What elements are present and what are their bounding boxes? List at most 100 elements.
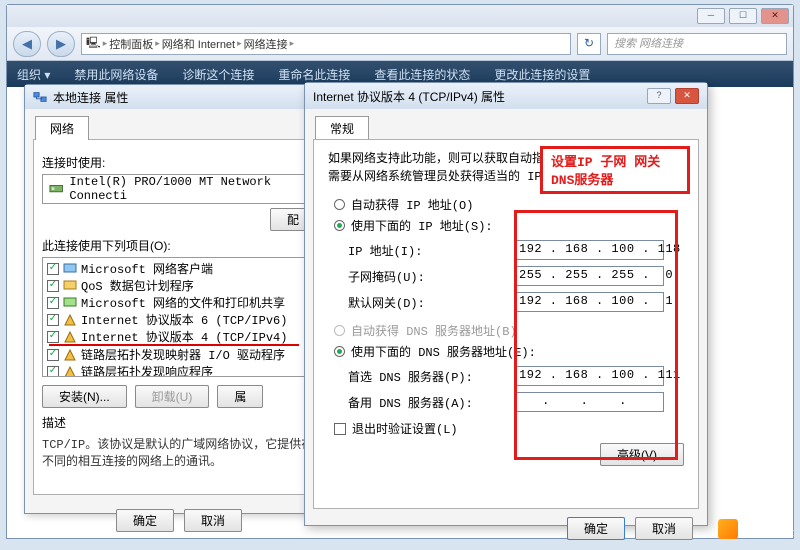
search-input[interactable]: 搜索 网络连接 bbox=[607, 33, 787, 55]
ip-label: IP 地址(I): bbox=[348, 242, 508, 259]
breadcrumb-separator: ▸ bbox=[290, 38, 295, 49]
mask-label: 子网掩码(U): bbox=[348, 268, 508, 285]
item-label: Microsoft 网络客户端 bbox=[81, 260, 213, 277]
dns2-label: 备用 DNS 服务器(A): bbox=[348, 394, 508, 411]
annotation-box bbox=[514, 210, 678, 460]
protocol-icon bbox=[63, 330, 77, 344]
nav-back-button[interactable]: ◀ bbox=[13, 31, 41, 57]
exit-validate-label: 退出时验证设置(L) bbox=[352, 420, 458, 437]
annotation-callout: 设置IP 子网 网关 DNS服务器 bbox=[540, 146, 690, 194]
explorer-close-button[interactable]: ✕ bbox=[761, 8, 789, 24]
item-label: Microsoft 网络的文件和打印机共享 bbox=[81, 294, 285, 311]
explorer-max-button[interactable]: ☐ bbox=[729, 8, 757, 24]
breadcrumb-1[interactable]: 控制面板 bbox=[109, 36, 153, 52]
item-label: Internet 协议版本 4 (TCP/IPv4) bbox=[81, 328, 287, 345]
radio-icon bbox=[334, 346, 345, 357]
desc-text: TCP/IP。该协议是默认的广域网络协议，它提供在不同的相互连接的网络上的通讯。 bbox=[42, 435, 316, 469]
ipv4-titlebar: Internet 协议版本 4 (TCP/IPv4) 属性 ? ✕ bbox=[305, 83, 707, 109]
breadcrumb-separator: ▸ bbox=[155, 38, 160, 49]
gateway-label: 默认网关(D): bbox=[348, 294, 508, 311]
uninstall-button: 卸载(U) bbox=[135, 385, 210, 408]
watermark: 创新互联 bbox=[718, 519, 794, 539]
checkbox-icon[interactable]: ✓ bbox=[47, 314, 59, 326]
item-properties-button[interactable]: 属 bbox=[217, 385, 263, 408]
adapter-box: Intel(R) PRO/1000 MT Network Connecti bbox=[42, 174, 316, 204]
list-item[interactable]: ✓ Microsoft 网络的文件和打印机共享 bbox=[45, 294, 313, 311]
items-label: 此连接使用下列项目(O): bbox=[42, 237, 316, 254]
refresh-button[interactable]: ↻ bbox=[577, 33, 601, 55]
ipv4-close-button[interactable]: ✕ bbox=[675, 88, 699, 104]
breadcrumb-separator: ▸ bbox=[103, 38, 108, 49]
client-icon bbox=[63, 262, 77, 276]
ok-button[interactable]: 确定 bbox=[116, 509, 174, 532]
ipv4-cancel-button[interactable]: 取消 bbox=[635, 517, 693, 540]
checkbox-icon[interactable]: ✓ bbox=[334, 423, 346, 435]
protocol-icon bbox=[63, 313, 77, 327]
install-button[interactable]: 安装(N)... bbox=[42, 385, 127, 408]
tab-general[interactable]: 常规 bbox=[315, 116, 369, 140]
address-bar[interactable]: 🖳 ▸ 控制面板 ▸ 网络和 Internet ▸ 网络连接 ▸ bbox=[81, 33, 571, 55]
ipv4-body: 如果网络支持此功能，则可以获取自动指派的 IP 设置。否则，您需要从网络系统管理… bbox=[313, 139, 699, 509]
desc-label: 描述 bbox=[42, 414, 316, 431]
item-label: 链路层拓扑发现映射器 I/O 驱动程序 bbox=[81, 346, 285, 363]
properties-titlebar: 本地连接 属性 bbox=[25, 85, 333, 109]
properties-body: 连接时使用: Intel(R) PRO/1000 MT Network Conn… bbox=[33, 139, 325, 495]
radio-icon bbox=[334, 220, 345, 231]
cmd-organize[interactable]: 组织 ▾ bbox=[17, 66, 50, 83]
checkbox-icon[interactable]: ✓ bbox=[47, 263, 59, 275]
item-label: 链路层拓扑发现响应程序 bbox=[81, 363, 213, 377]
checkbox-icon[interactable]: ✓ bbox=[47, 331, 59, 343]
protocol-icon bbox=[63, 365, 77, 378]
cmd-diagnose[interactable]: 诊断这个连接 bbox=[182, 66, 254, 83]
watermark-text: 创新互联 bbox=[742, 520, 794, 539]
breadcrumb-3[interactable]: 网络连接 bbox=[244, 36, 288, 52]
connect-using-label: 连接时使用: bbox=[42, 154, 316, 171]
explorer-min-button[interactable]: ─ bbox=[697, 8, 725, 24]
connection-properties-dialog: 本地连接 属性 网络 连接时使用: Intel(R) PRO/1000 MT N… bbox=[24, 84, 334, 514]
radio-label: 使用下面的 IP 地址(S): bbox=[351, 217, 493, 234]
list-item-ipv4[interactable]: ✓ Internet 协议版本 4 (TCP/IPv4) bbox=[45, 328, 313, 345]
cmd-settings[interactable]: 更改此连接的设置 bbox=[494, 66, 590, 83]
explorer-titlebar: ─ ☐ ✕ bbox=[7, 5, 793, 27]
nav-forward-button[interactable]: ▶ bbox=[47, 31, 75, 57]
item-label: Internet 协议版本 6 (TCP/IPv6) bbox=[81, 311, 287, 328]
dns1-label: 首选 DNS 服务器(P): bbox=[348, 368, 508, 385]
cancel-button[interactable]: 取消 bbox=[184, 509, 242, 532]
breadcrumb-2[interactable]: 网络和 Internet bbox=[162, 36, 235, 52]
radio-label: 自动获得 DNS 服务器地址(B) bbox=[351, 322, 517, 339]
help-button[interactable]: ? bbox=[647, 88, 671, 104]
radio-icon bbox=[334, 325, 345, 336]
radio-label: 使用下面的 DNS 服务器地址(E): bbox=[351, 343, 536, 360]
adapter-name: Intel(R) PRO/1000 MT Network Connecti bbox=[69, 175, 309, 203]
checkbox-icon[interactable]: ✓ bbox=[47, 297, 59, 309]
fileshare-icon bbox=[63, 296, 77, 310]
watermark-icon bbox=[718, 519, 738, 539]
ipv4-footer: 确定 取消 bbox=[305, 517, 707, 550]
breadcrumb-separator: ▸ bbox=[237, 38, 242, 49]
list-item[interactable]: ✓ QoS 数据包计划程序 bbox=[45, 277, 313, 294]
network-icon bbox=[33, 90, 47, 104]
ipv4-properties-dialog: Internet 协议版本 4 (TCP/IPv4) 属性 ? ✕ 常规 如果网… bbox=[304, 82, 708, 526]
properties-title: 本地连接 属性 bbox=[53, 89, 128, 106]
item-label: QoS 数据包计划程序 bbox=[81, 277, 194, 294]
qos-icon bbox=[63, 279, 77, 293]
list-item[interactable]: ✓ 链路层拓扑发现映射器 I/O 驱动程序 bbox=[45, 346, 313, 363]
folder-icon: 🖳 bbox=[86, 34, 101, 53]
checkbox-icon[interactable]: ✓ bbox=[47, 349, 59, 361]
list-item[interactable]: ✓ Internet 协议版本 6 (TCP/IPv6) bbox=[45, 311, 313, 328]
radio-label: 自动获得 IP 地址(O) bbox=[351, 196, 473, 213]
ipv4-title: Internet 协议版本 4 (TCP/IPv4) 属性 bbox=[313, 88, 505, 105]
protocol-icon bbox=[63, 348, 77, 362]
list-item[interactable]: ✓ 链路层拓扑发现响应程序 bbox=[45, 363, 313, 377]
cmd-status[interactable]: 查看此连接的状态 bbox=[374, 66, 470, 83]
checkbox-icon[interactable]: ✓ bbox=[47, 366, 59, 378]
tab-network[interactable]: 网络 bbox=[35, 116, 89, 140]
nic-icon bbox=[49, 181, 63, 197]
checkbox-icon[interactable]: ✓ bbox=[47, 280, 59, 292]
ipv4-ok-button[interactable]: 确定 bbox=[567, 517, 625, 540]
cmd-rename[interactable]: 重命名此连接 bbox=[278, 66, 350, 83]
connection-items-list[interactable]: ✓ Microsoft 网络客户端 ✓ QoS 数据包计划程序 ✓ Microsoft… bbox=[42, 257, 316, 377]
explorer-toolbar: ◀ ▶ 🖳 ▸ 控制面板 ▸ 网络和 Internet ▸ 网络连接 ▸ ↻ 搜… bbox=[7, 27, 793, 61]
list-item[interactable]: ✓ Microsoft 网络客户端 bbox=[45, 260, 313, 277]
cmd-disable[interactable]: 禁用此网络设备 bbox=[74, 66, 158, 83]
